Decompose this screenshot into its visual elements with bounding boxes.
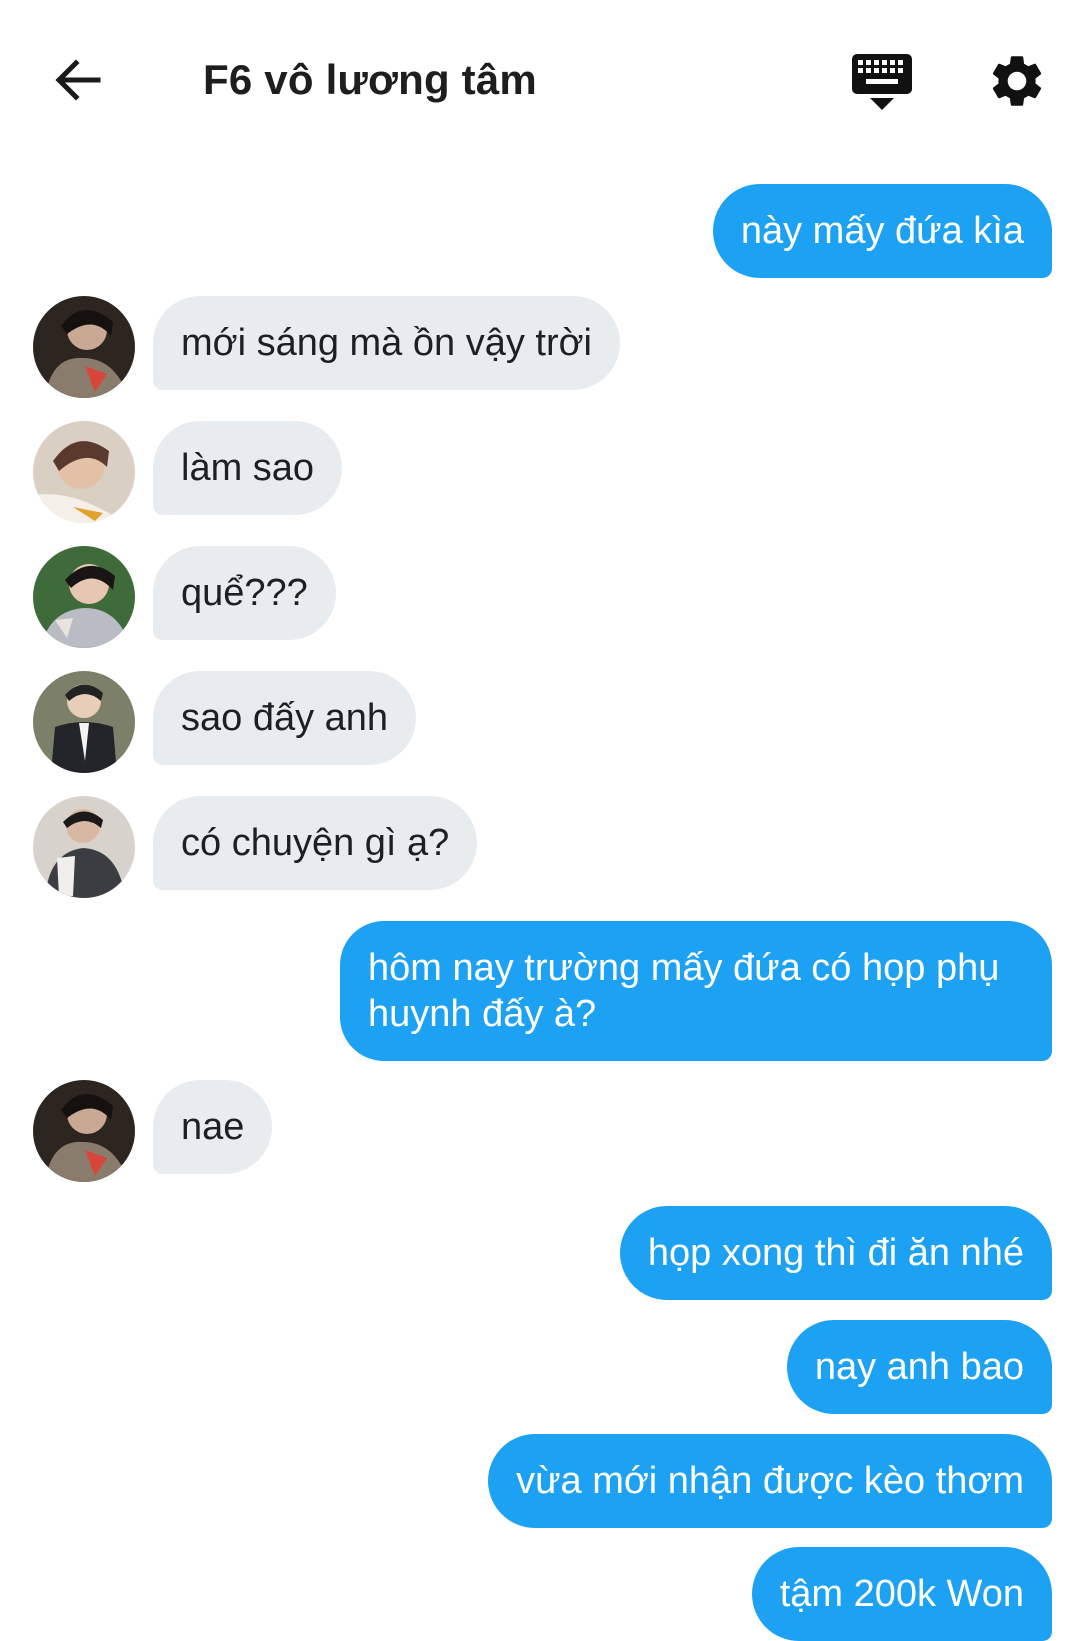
avatar-image [33, 796, 135, 898]
incoming-message[interactable]: làm sao [153, 421, 343, 515]
avatar-image [33, 1080, 135, 1182]
outgoing-message[interactable]: vừa mới nhận được kèo thơm [488, 1434, 1052, 1528]
incoming-message[interactable]: sao đấy anh [153, 671, 417, 765]
avatar-image [33, 421, 135, 523]
avatar-image [33, 546, 135, 648]
incoming-message[interactable]: nae [153, 1080, 273, 1174]
avatar[interactable] [33, 796, 135, 898]
avatar[interactable] [33, 671, 135, 773]
avatar-image [33, 671, 135, 773]
avatar-image [33, 296, 135, 398]
outgoing-message[interactable]: nay anh bao [786, 1320, 1052, 1414]
outgoing-message[interactable]: họp xong thì đi ăn nhé [619, 1206, 1052, 1300]
outgoing-message[interactable]: này mấy đứa kìa [712, 184, 1052, 278]
outgoing-message[interactable]: hôm nay trường mấy đứa có họp phụ huynh … [340, 921, 1052, 1061]
avatar[interactable] [33, 546, 135, 648]
outgoing-message[interactable]: tậm 200k Won [751, 1547, 1052, 1641]
avatar[interactable] [33, 296, 135, 398]
message-list: này mấy đứa kìa mới sáng mà ồn vậy trời … [0, 0, 1080, 1641]
incoming-message[interactable]: mới sáng mà ồn vậy trời [153, 296, 620, 390]
avatar[interactable] [33, 421, 135, 523]
avatar[interactable] [33, 1080, 135, 1182]
incoming-message[interactable]: quể??? [153, 546, 336, 640]
incoming-message[interactable]: có chuyện gì ạ? [153, 796, 478, 890]
